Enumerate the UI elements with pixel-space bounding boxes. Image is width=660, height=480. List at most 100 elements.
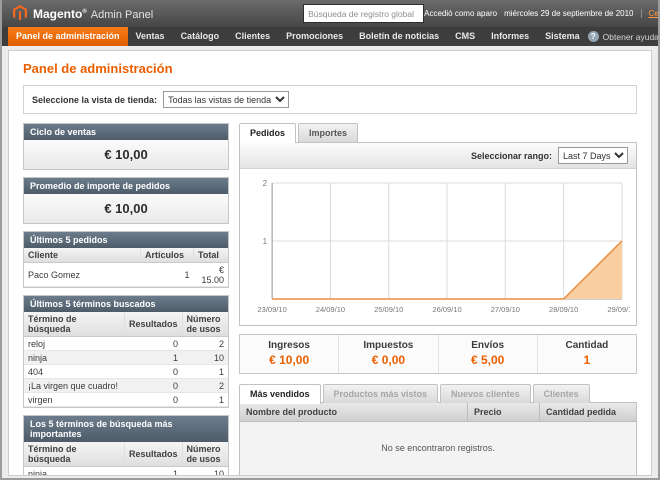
stat-value: € 10,00: [240, 353, 338, 367]
tab-new-customers[interactable]: Nuevos clientes: [440, 384, 531, 403]
header-date: miércoles 29 de septiembre de 2010: [504, 9, 633, 18]
table-row: ninja110: [24, 467, 228, 477]
table-cell: 2: [182, 379, 228, 393]
store-view-label: Seleccione la vista de tienda:: [32, 95, 157, 105]
nav-item-sales[interactable]: Ventas: [128, 27, 173, 46]
chart-tabs: Pedidos Importes: [239, 123, 637, 142]
table-cell: 1: [125, 351, 183, 365]
stat-label: Envíos: [439, 340, 537, 351]
logout-link[interactable]: Cerrar Sesión: [641, 9, 660, 18]
svg-text:28/09/10: 28/09/10: [549, 305, 578, 314]
nav-item-catalog[interactable]: Catálogo: [173, 27, 228, 46]
page-content: Panel de administración Seleccione la vi…: [8, 50, 652, 476]
table-cell: reloj: [24, 337, 125, 351]
nav-item-system[interactable]: Sistema: [537, 27, 588, 46]
chart-area: 23/09/10 24/09/10 25/09/10 26/09/10 27/09/10…: [240, 169, 636, 325]
nav-item-cms[interactable]: CMS: [447, 27, 483, 46]
orders-chart: 23/09/10 24/09/10 25/09/10 26/09/10 27/09/10…: [246, 175, 630, 325]
last-orders-panel: Últimos 5 pedidos Cliente Artículos Tota…: [23, 231, 229, 288]
nav-item-reports[interactable]: Informes: [483, 27, 537, 46]
stat-shipping: Envíos € 5,00: [438, 335, 537, 373]
table-cell: 1: [141, 263, 194, 287]
column-header: Artículos: [141, 248, 194, 263]
admin-window: Magento®Admin Panel Accedió como aparo m…: [0, 0, 660, 480]
help-label: Obtener ayuda para esta página: [603, 32, 660, 42]
column-header: Total: [194, 248, 229, 263]
table-cell: 404: [24, 365, 125, 379]
nav-item-newsletter[interactable]: Boletín de noticias: [351, 27, 447, 46]
table-cell: ¡La virgen que cuadro!: [24, 379, 125, 393]
main-nav: Panel de administración Ventas Catálogo …: [2, 27, 658, 46]
orders-chart-box: Seleccionar rango: Last 7 Days 23/09/102…: [239, 142, 637, 326]
svg-text:26/09/10: 26/09/10: [432, 305, 461, 314]
stat-quantity: Cantidad 1: [537, 335, 636, 373]
column-header-price: Precio: [468, 403, 540, 421]
stat-value: € 5,00: [439, 353, 537, 367]
store-view-switcher: Seleccione la vista de tienda: Todas las…: [23, 85, 637, 114]
svg-text:23/09/10: 23/09/10: [257, 305, 286, 314]
column-header: Cliente: [24, 248, 141, 263]
bestsellers-grid: Nombre del producto Precio Cantidad pedi…: [239, 402, 637, 476]
average-orders-panel: Promedio de importe de pedidos € 10,00: [23, 177, 229, 224]
top-search-terms-table: Término de búsqueda Resultados Número de…: [24, 442, 228, 476]
table-row: reloj02: [24, 337, 228, 351]
tab-bestsellers[interactable]: Más vendidos: [239, 384, 321, 404]
global-search-input[interactable]: [303, 4, 424, 23]
top-search-terms-panel: Los 5 términos de búsqueda más important…: [23, 415, 229, 476]
grid-tabs: Más vendidos Productos más vistos Nuevos…: [239, 384, 637, 403]
table-cell: ninja: [24, 351, 125, 365]
table-cell: 10: [182, 467, 228, 477]
page-title: Panel de administración: [23, 61, 637, 76]
top-search-terms-title: Los 5 términos de búsqueda más important…: [24, 416, 228, 442]
table-cell: virgen: [24, 393, 125, 407]
svg-text:25/09/10: 25/09/10: [374, 305, 403, 314]
svg-text:29/09/10: 29/09/10: [607, 305, 630, 314]
nav-item-customers[interactable]: Clientes: [227, 27, 278, 46]
range-select[interactable]: Last 7 Days: [558, 147, 628, 164]
magento-logo-icon: [12, 5, 28, 23]
last-search-terms-title: Últimos 5 términos buscados: [24, 296, 228, 312]
dashboard-main: Pedidos Importes Seleccionar rango: Last…: [239, 123, 637, 476]
chart-toolbar: Seleccionar rango: Last 7 Days: [240, 143, 636, 169]
table-cell: 0: [125, 393, 183, 407]
table-cell: 0: [125, 337, 183, 351]
stat-tax: Impuestos € 0,00: [338, 335, 437, 373]
nav-item-promotions[interactable]: Promociones: [278, 27, 351, 46]
average-orders-value: € 10,00: [24, 194, 228, 223]
table-cell: € 15.00: [194, 263, 229, 287]
tab-orders[interactable]: Pedidos: [239, 123, 296, 143]
grid-header: Nombre del producto Precio Cantidad pedi…: [240, 403, 636, 422]
column-header: Término de búsqueda: [24, 312, 125, 337]
lifetime-sales-value: € 10,00: [24, 140, 228, 169]
table-cell: 1: [125, 467, 183, 477]
dashboard-columns: Ciclo de ventas € 10,00 Promedio de impo…: [23, 123, 637, 476]
store-view-select[interactable]: Todas las vistas de tienda: [163, 91, 289, 108]
table-cell: 2: [182, 337, 228, 351]
stat-label: Impuestos: [339, 340, 437, 351]
svg-text:24/09/10: 24/09/10: [316, 305, 345, 314]
svg-text:27/09/10: 27/09/10: [491, 305, 520, 314]
empty-records-message: No se encontraron registros.: [240, 422, 636, 476]
tab-amounts[interactable]: Importes: [298, 123, 358, 142]
totals-bar: Ingresos € 10,00 Impuestos € 0,00 Envíos…: [239, 334, 637, 374]
table-cell: 10: [182, 351, 228, 365]
help-icon: ?: [588, 31, 599, 42]
table-cell: 1: [182, 365, 228, 379]
table-cell: 0: [125, 379, 183, 393]
range-label: Seleccionar rango:: [471, 151, 552, 161]
stat-revenue: Ingresos € 10,00: [240, 335, 338, 373]
nav-item-dashboard[interactable]: Panel de administración: [8, 27, 128, 46]
stat-value: 1: [538, 353, 636, 367]
table-cell: Paco Gomez: [24, 263, 141, 287]
column-header: Número de usos: [182, 312, 228, 337]
tab-most-viewed[interactable]: Productos más vistos: [323, 384, 439, 403]
column-header: Resultados: [125, 312, 183, 337]
table-cell: ninja: [24, 467, 125, 477]
user-meta: Accedió como aparo miércoles 29 de septi…: [424, 9, 660, 18]
lifetime-sales-panel: Ciclo de ventas € 10,00: [23, 123, 229, 170]
tab-customers[interactable]: Clientes: [533, 384, 590, 403]
logo-brand: Magento: [33, 7, 82, 21]
page-help-link[interactable]: ? Obtener ayuda para esta página: [588, 27, 660, 46]
header-bar: Magento®Admin Panel Accedió como aparo m…: [2, 0, 658, 27]
table-row: Paco Gomez1€ 15.00: [24, 263, 228, 287]
